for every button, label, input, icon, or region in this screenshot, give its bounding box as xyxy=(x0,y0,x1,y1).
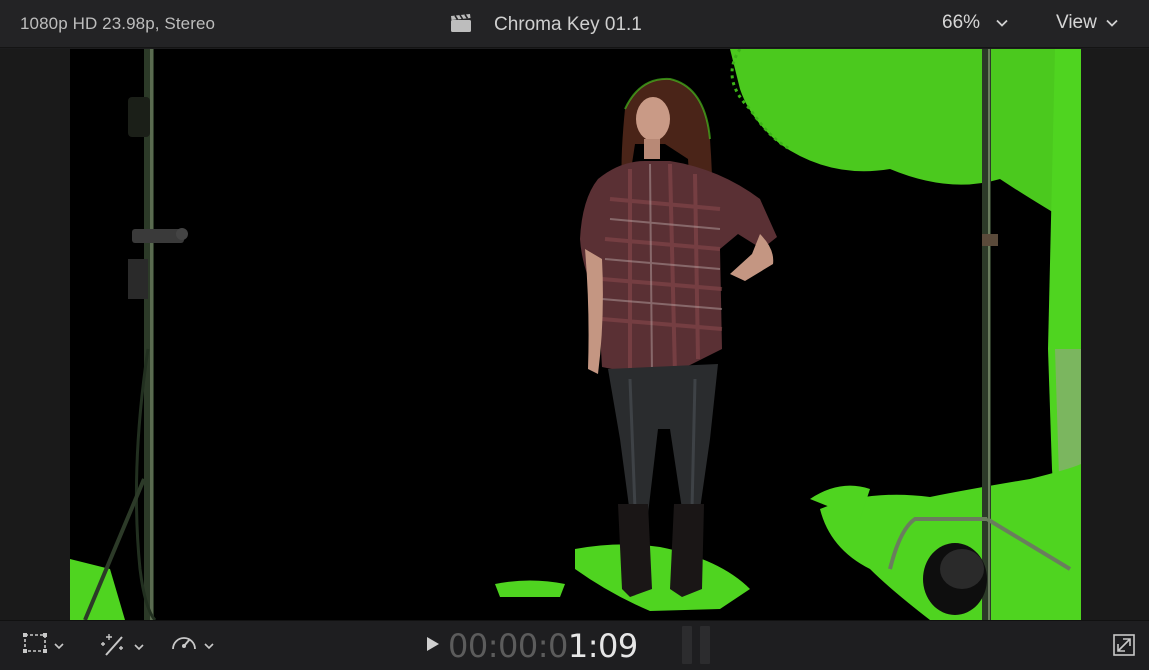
enhance-wand-icon xyxy=(100,631,128,662)
chevron-down-icon xyxy=(134,638,144,656)
play-icon xyxy=(426,636,440,657)
timecode-bright: 1:09 xyxy=(567,627,638,665)
retime-menu-button[interactable] xyxy=(170,631,214,660)
viewer-top-bar: 1080p HD 23.98p, Stereo Chroma Key 01.1 … xyxy=(0,0,1149,48)
viewer-bottom-bar: 00:00:01:09 xyxy=(0,620,1149,670)
chevron-down-icon xyxy=(204,637,214,655)
format-info: 1080p HD 23.98p, Stereo xyxy=(20,14,216,33)
transform-menu-icon xyxy=(22,631,48,660)
clip-title-group: Chroma Key 01.1 xyxy=(450,10,642,40)
video-frame[interactable] xyxy=(70,49,1081,620)
clapperboard-icon xyxy=(450,13,472,38)
zoom-menu[interactable]: 66% xyxy=(942,12,1008,34)
viewer-canvas[interactable] xyxy=(0,49,1149,620)
clip-title: Chroma Key 01.1 xyxy=(494,14,642,35)
chevron-down-icon xyxy=(54,637,64,655)
timecode-dim: 00:00:0 xyxy=(448,627,568,665)
audio-meter-left xyxy=(682,626,692,664)
playback-controls: 00:00:01:09 xyxy=(420,625,638,667)
play-button[interactable] xyxy=(420,631,446,661)
enhance-menu-button[interactable] xyxy=(100,631,144,662)
keyed-video-image xyxy=(70,49,1081,620)
chevron-down-icon xyxy=(996,14,1008,32)
audio-meters xyxy=(682,626,710,664)
view-label: View xyxy=(1056,12,1097,33)
fullscreen-icon xyxy=(1112,634,1136,661)
view-menu[interactable]: View xyxy=(1056,12,1118,34)
zoom-value: 66% xyxy=(942,12,981,33)
timecode-display[interactable]: 00:00:01:09 xyxy=(448,627,638,665)
retime-speed-icon xyxy=(170,631,198,660)
chevron-down-icon xyxy=(1106,14,1118,32)
transform-menu-button[interactable] xyxy=(22,631,64,660)
audio-meter-right xyxy=(700,626,710,664)
fullscreen-button[interactable] xyxy=(1112,633,1136,662)
